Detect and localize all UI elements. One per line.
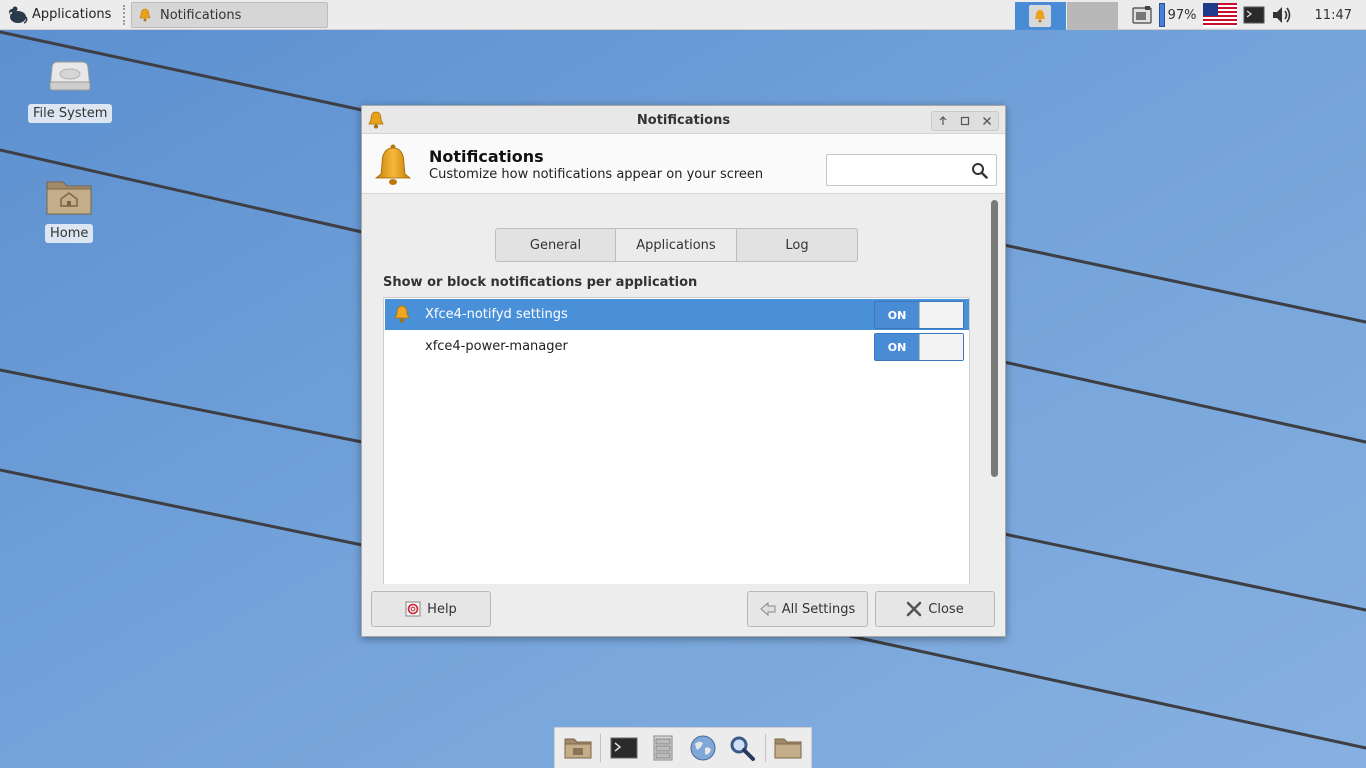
notification-toggle[interactable]: ON <box>874 333 964 361</box>
roll-up-button[interactable] <box>932 112 954 130</box>
header-subtitle: Customize how notifications appear on yo… <box>429 167 764 182</box>
bell-icon <box>1035 9 1046 22</box>
header-title: Notifications <box>429 147 544 166</box>
dialog-footer: Help All Settings Close <box>362 585 1005 637</box>
speaker-icon <box>1272 7 1290 23</box>
battery-indicator[interactable]: 97% <box>1158 3 1197 27</box>
panel-separator <box>123 4 127 25</box>
battery-icon <box>1158 3 1165 27</box>
list-item[interactable]: Xfce4-notifyd settings ON <box>385 299 969 330</box>
taskbar-notifications-button[interactable]: Notifications <box>131 2 328 28</box>
applications-label: Applications <box>32 7 112 22</box>
tab-bar: General Applications Log <box>495 228 858 262</box>
close-window-button[interactable] <box>976 112 998 130</box>
desktop-folder-icon <box>564 738 592 759</box>
us-flag-icon <box>1202 3 1237 27</box>
terminal-icon <box>1243 6 1265 24</box>
home-folder-icon <box>46 181 92 215</box>
screenshot-tray-icon[interactable] <box>1131 5 1153 25</box>
dock-item-web-browser[interactable] <box>686 731 719 765</box>
notification-toggle[interactable]: ON <box>874 301 964 329</box>
maximize-button[interactable] <box>954 112 976 130</box>
dock-item-folder[interactable] <box>772 731 805 765</box>
dialog-header: Notifications Customize how notification… <box>362 134 1005 194</box>
toggle-state: ON <box>875 302 919 328</box>
tab-log[interactable]: Log <box>737 228 858 262</box>
system-tray: 97% 11:47 <box>1014 0 1366 30</box>
xfce-mouse-icon <box>9 6 28 24</box>
tab-applications[interactable]: Applications <box>616 228 737 262</box>
globe-icon <box>690 735 716 761</box>
workspace-2[interactable] <box>1066 1 1118 30</box>
desktop-icon-label: Home <box>45 224 94 243</box>
app-name: xfce4-power-manager <box>425 339 568 354</box>
application-list: Xfce4-notifyd settings ON xfce4-power-ma… <box>383 297 970 584</box>
bell-icon <box>374 144 412 185</box>
desktop-icon-label: File System <box>28 104 113 123</box>
all-settings-label: All Settings <box>781 601 856 617</box>
dock-item-terminal[interactable] <box>607 731 640 765</box>
search-input[interactable] <box>831 156 971 184</box>
close-button[interactable]: Close <box>875 591 995 627</box>
battery-percent: 97% <box>1167 7 1197 23</box>
dialog-titlebar[interactable]: Notifications <box>362 106 1005 134</box>
scrollbar-thumb[interactable] <box>991 200 998 477</box>
file-cabinet-icon <box>653 735 673 761</box>
folder-icon <box>774 738 802 759</box>
close-icon <box>906 601 922 617</box>
dock-item-file-manager[interactable] <box>647 731 680 765</box>
toggle-knob <box>919 334 963 360</box>
drive-icon <box>49 61 91 91</box>
taskbar-item-label: Notifications <box>160 7 242 23</box>
bell-icon <box>394 305 410 323</box>
dock-item-app-finder[interactable] <box>725 731 758 765</box>
terminal-icon <box>610 737 638 759</box>
list-item[interactable]: xfce4-power-manager ON <box>385 331 969 362</box>
search-box[interactable] <box>826 154 997 186</box>
applications-menu[interactable]: Applications <box>0 0 117 30</box>
app-name: Xfce4-notifyd settings <box>425 307 568 322</box>
help-icon <box>405 601 421 617</box>
toggle-state: ON <box>875 334 919 360</box>
dock-separator <box>600 734 602 762</box>
notifications-dialog: Notifications Notifications Customize ho… <box>361 105 1006 637</box>
keyboard-layout[interactable] <box>1202 3 1237 27</box>
volume-control[interactable] <box>1271 4 1295 26</box>
help-label: Help <box>427 601 457 617</box>
window-title: Notifications <box>636 113 731 128</box>
toggle-knob <box>919 302 963 328</box>
desktop-icon-file-system[interactable]: File System <box>28 58 113 123</box>
section-label: Show or block notifications per applicat… <box>383 275 698 290</box>
help-button[interactable]: Help <box>371 591 491 627</box>
camera-icon <box>1132 6 1152 24</box>
search-icon <box>730 736 756 761</box>
tab-general[interactable]: General <box>495 228 616 262</box>
maximize-icon <box>960 116 970 126</box>
terminal-tray-icon[interactable] <box>1243 5 1265 25</box>
dialog-content: General Applications Log Show or block n… <box>362 195 1005 585</box>
dock-item-show-desktop[interactable] <box>561 731 594 765</box>
dock-separator <box>764 734 766 762</box>
workspace-1[interactable] <box>1014 1 1066 30</box>
clock[interactable]: 11:47 <box>1315 8 1352 23</box>
bell-icon <box>139 8 151 22</box>
all-settings-button[interactable]: All Settings <box>747 591 868 627</box>
bottom-dock <box>554 727 812 768</box>
search-icon <box>972 163 988 179</box>
window-controls <box>931 111 999 131</box>
arrow-up-icon <box>939 116 947 125</box>
desktop-icon-home[interactable]: Home <box>45 176 94 243</box>
back-arrow-icon <box>759 601 776 617</box>
top-panel: Applications Notifications 97% 11:47 <box>0 0 1366 30</box>
close-icon <box>983 117 991 125</box>
vertical-scrollbar[interactable] <box>990 200 999 584</box>
close-label: Close <box>928 601 964 617</box>
